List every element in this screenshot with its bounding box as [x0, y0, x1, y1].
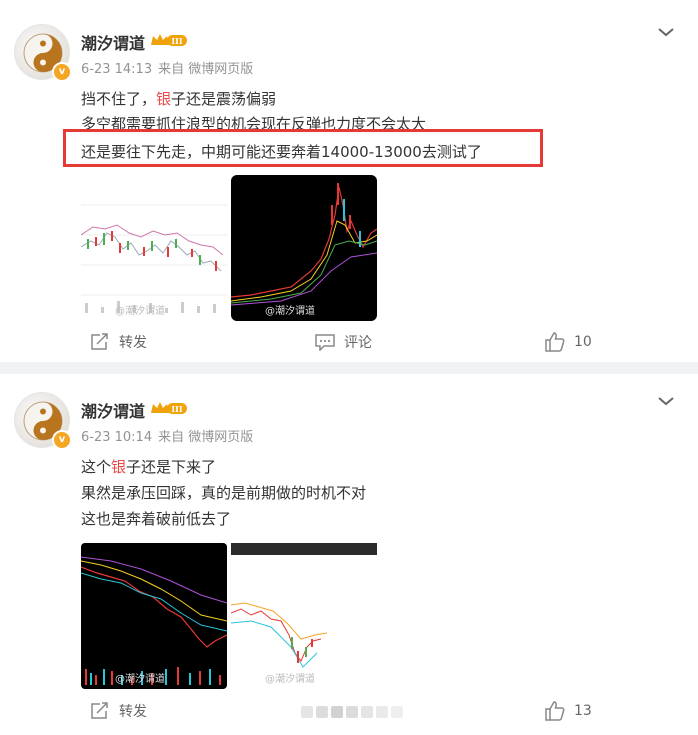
chart-thumbnail	[231, 183, 377, 306]
post-image[interactable]: @潮汐谓道	[81, 543, 227, 689]
repost-button[interactable]: 转发	[90, 332, 147, 352]
repost-label: 转发	[119, 704, 147, 720]
post-source: 来自 微博网页版	[158, 430, 254, 445]
post-text-line: 这个银子还是下来了	[81, 458, 217, 476]
post-image[interactable]: @潮汐谓道	[231, 175, 377, 321]
thumbs-up-icon	[545, 332, 565, 352]
like-button[interactable]: 10	[545, 332, 592, 352]
comment-label: 评论	[344, 335, 372, 351]
chart-toolbar	[231, 543, 377, 555]
image-watermark: @潮汐谓道	[115, 306, 165, 317]
loading-placeholder	[301, 706, 403, 718]
image-watermark: @潮汐谓道	[115, 674, 165, 685]
repost-button[interactable]: 转发	[90, 701, 147, 721]
post-image[interactable]: @潮汐谓道	[231, 543, 377, 689]
chart-thumbnail	[81, 556, 227, 685]
repost-icon	[91, 702, 108, 719]
post-date[interactable]: 6-23 14:13	[81, 62, 152, 77]
chevron-down-icon[interactable]	[657, 26, 675, 38]
crown-level-icon[interactable]: III	[150, 32, 188, 48]
level-badge-text: III	[171, 36, 182, 46]
comment-icon	[315, 334, 335, 351]
username[interactable]: 潮汐谓道	[81, 30, 145, 54]
post-text-line: 这也是奔着破前低去了	[81, 510, 232, 528]
chart-thumbnail	[81, 204, 227, 313]
annotation-highlight-box	[63, 129, 543, 167]
level-badge-text: III	[171, 404, 182, 414]
post-source: 来自 微博网页版	[158, 62, 254, 77]
crown-level-icon[interactable]: III	[150, 400, 188, 416]
like-button[interactable]: 13	[545, 701, 592, 721]
username[interactable]: 潮汐谓道	[81, 398, 145, 422]
thumbs-up-icon	[545, 701, 565, 721]
weibo-post: v 潮汐谓道 III 6-23 14:13 来自 微博网页版 挡不住了，银子还是震…	[0, 0, 698, 362]
verified-badge-icon: v	[52, 430, 72, 450]
repost-label: 转发	[119, 335, 147, 351]
image-watermark: @潮汐谓道	[265, 674, 315, 685]
post-text-line: 挡不住了，银子还是震荡偏弱	[81, 90, 277, 108]
comment-button[interactable]: 评论	[315, 332, 372, 352]
post-date[interactable]: 6-23 10:14	[81, 430, 152, 445]
post-meta: 6-23 14:13 来自 微博网页版	[81, 58, 253, 77]
chart-thumbnail	[231, 547, 359, 668]
repost-icon	[91, 333, 108, 350]
post-text-line: 果然是承压回踩，真的是前期做的时机不对	[81, 484, 367, 502]
like-count: 13	[574, 703, 592, 719]
like-count: 10	[574, 334, 592, 350]
post-image[interactable]: @潮汐谓道	[81, 175, 227, 321]
post-meta: 6-23 10:14 来自 微博网页版	[81, 426, 253, 445]
verified-badge-icon: v	[52, 62, 72, 82]
image-watermark: @潮汐谓道	[265, 306, 315, 317]
chevron-down-icon[interactable]	[657, 395, 675, 407]
weibo-post: v 潮汐谓道 III 6-23 10:14 来自 微博网页版 这个银子还是下来了 …	[0, 374, 698, 735]
